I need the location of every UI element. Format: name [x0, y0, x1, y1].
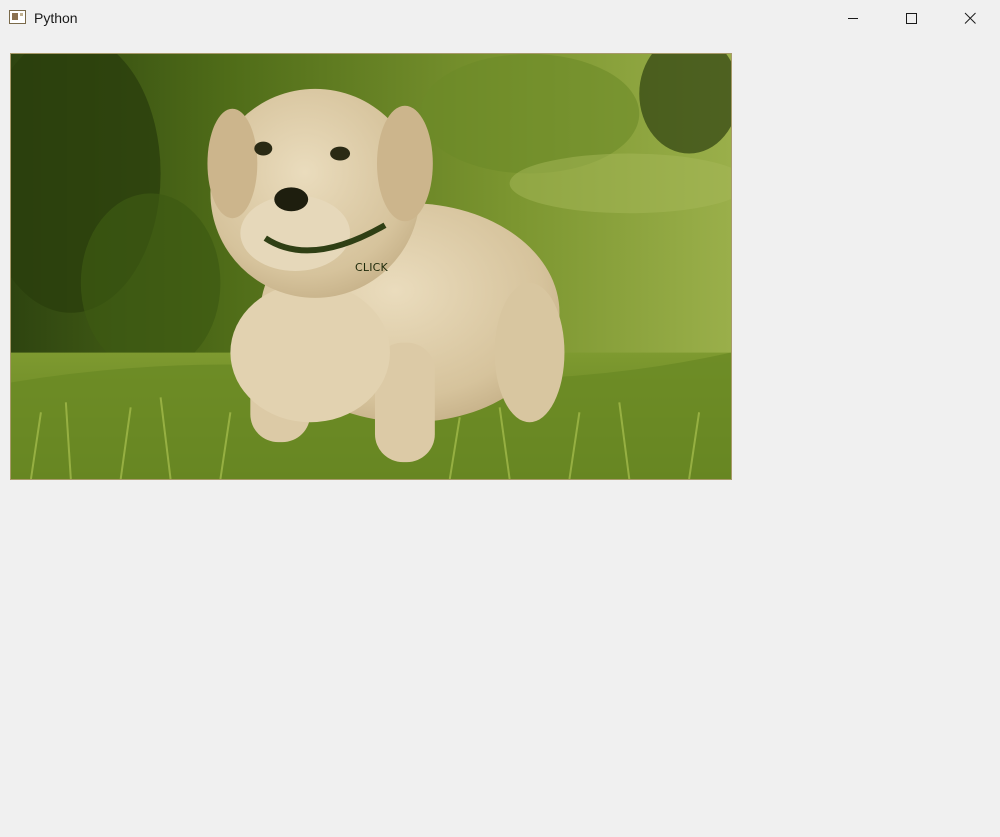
image-button[interactable]: CLICK — [10, 53, 732, 480]
close-icon — [964, 12, 976, 24]
app-icon — [9, 10, 26, 24]
title-bar[interactable]: Python — [0, 0, 1000, 36]
maximize-icon — [906, 13, 917, 24]
minimize-button[interactable] — [830, 0, 876, 36]
close-button[interactable] — [947, 0, 993, 36]
app-window: Python CLICK — [0, 0, 1000, 837]
minimize-icon — [848, 18, 858, 19]
window-title: Python — [34, 10, 78, 26]
button-label: CLICK — [355, 261, 388, 274]
maximize-button[interactable] — [888, 0, 934, 36]
